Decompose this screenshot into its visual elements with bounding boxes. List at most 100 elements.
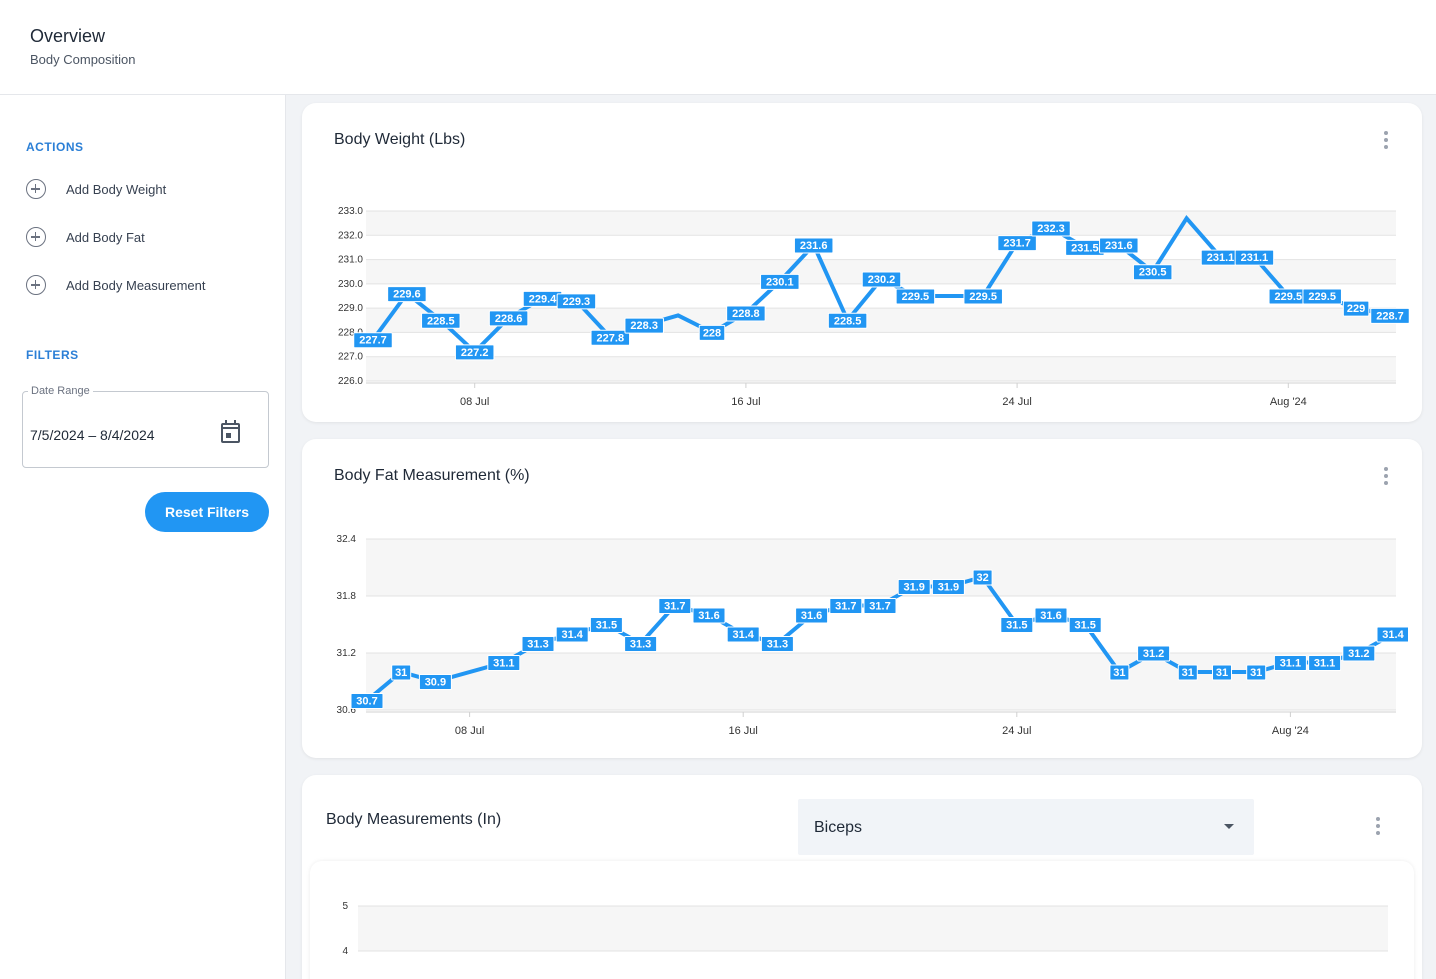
data-label: 228.6	[488, 310, 529, 327]
data-label: 230.1	[760, 273, 800, 290]
add-body-fat-action[interactable]: Add Body Fat	[26, 225, 145, 249]
data-label: 31.4	[1376, 626, 1408, 643]
x-tick-label: 24 Jul	[1002, 396, 1031, 408]
data-label-text: 229	[1347, 303, 1365, 315]
data-label-text: 31.6	[698, 610, 719, 622]
data-label-text: 228.8	[732, 308, 760, 320]
data-label-text: 31.7	[664, 601, 685, 613]
data-label-text: 231.1	[1241, 252, 1269, 264]
data-label-text: 230.5	[1139, 267, 1167, 279]
data-label: 31.5	[1000, 617, 1034, 633]
data-label: 229.3	[556, 293, 597, 310]
filters-heading: FILTERS	[26, 348, 79, 362]
data-label: 228	[698, 324, 726, 341]
data-label: 228.8	[726, 305, 766, 322]
data-label: 31.5	[1068, 617, 1102, 633]
data-label: 231.1	[1200, 249, 1241, 266]
data-label-text: 228	[703, 327, 721, 339]
data-label: 228.5	[421, 312, 461, 329]
data-label-text: 31.2	[1348, 648, 1369, 660]
data-label: 31.7	[863, 598, 897, 614]
y-tick-label: 226.0	[338, 376, 363, 387]
data-label: 31	[1246, 664, 1267, 681]
data-label-text: 30.9	[425, 677, 446, 689]
top-header: Overview Body Composition	[0, 0, 1436, 95]
add-body-measurement-action[interactable]: Add Body Measurement	[26, 273, 205, 297]
add-body-weight-action[interactable]: Add Body Weight	[26, 177, 166, 201]
data-label-text: 31.3	[767, 639, 788, 651]
series-group: 227.7 229.6 228.5 227.2 228.6 229.4 229.3 227.8…	[353, 214, 1410, 361]
data-label-text: 31.6	[801, 610, 822, 622]
page-subtitle: Body Composition	[30, 52, 136, 67]
data-label-text: 31.5	[596, 620, 617, 632]
card-title: Body Measurements (In)	[326, 811, 502, 828]
data-label-text: 31.4	[561, 629, 583, 641]
dropdown-caret-icon	[1224, 824, 1234, 829]
data-label-text: 231.5	[1071, 242, 1099, 254]
page-title: Overview	[30, 26, 106, 46]
grid-band	[366, 211, 1396, 236]
data-label: 228.5	[827, 312, 868, 329]
measurement-select-value: Biceps	[814, 819, 863, 836]
data-label-text: 229.5	[969, 291, 997, 303]
x-tick-label: 24 Jul	[1002, 725, 1031, 737]
data-label-text: 231.1	[1207, 252, 1235, 264]
data-label-text: 31.1	[1314, 658, 1335, 670]
grid-band	[366, 539, 1396, 596]
data-label: 31.7	[829, 598, 863, 614]
y-tick-label: 233.0	[338, 206, 363, 217]
main-content: Body Weight (Lbs) 233.0 232.0 231.0 230.0 22…	[286, 95, 1436, 979]
measurement-select[interactable]: Biceps	[798, 799, 1254, 855]
data-label: 231.1	[1234, 249, 1275, 266]
x-tick-label: 16 Jul	[729, 725, 758, 737]
data-label: 231.6	[793, 237, 834, 254]
grid-band	[358, 906, 1388, 951]
x-tick-label: 08 Jul	[455, 725, 484, 737]
data-label-text: 229.3	[563, 296, 591, 308]
x-tick-label: 16 Jul	[731, 396, 760, 408]
data-label-text: 31	[1182, 667, 1194, 679]
data-label: 31.6	[795, 607, 829, 624]
data-label: 31.2	[1137, 645, 1171, 662]
data-label-text: 31.1	[1280, 658, 1301, 670]
data-label-text: 31.4	[1382, 629, 1404, 641]
data-label-text: 231.7	[1003, 238, 1031, 250]
measurement-chart-container: 54	[310, 861, 1414, 979]
calendar-icon[interactable]	[221, 420, 240, 443]
data-label-text: 228.5	[427, 315, 455, 327]
data-label-text: 229.5	[1275, 291, 1303, 303]
data-label: 31.9	[897, 579, 931, 595]
y-tick-label: 31.8	[337, 591, 357, 602]
data-label: 30.7	[350, 693, 384, 709]
data-label: 31	[391, 664, 412, 681]
grid-band	[366, 356, 1396, 381]
data-label: 31.6	[692, 607, 726, 624]
data-label: 228.3	[624, 317, 664, 334]
data-label-text: 227.2	[461, 347, 489, 359]
data-label: 31.1	[1308, 655, 1342, 671]
data-label-text: 31.9	[938, 582, 959, 594]
date-range-label: Date Range	[28, 385, 93, 397]
data-label-text: 232.3	[1037, 223, 1065, 235]
date-range-field[interactable]: Date Range 7/5/2024 – 8/4/2024	[22, 385, 269, 468]
data-label-text: 228.5	[834, 315, 862, 327]
action-label: Add Body Weight	[66, 181, 167, 197]
data-label-text: 227.8	[597, 332, 625, 344]
more-options-icon[interactable]	[1376, 817, 1380, 835]
data-label-text: 31.1	[493, 658, 514, 670]
data-label-text: 32	[976, 572, 988, 584]
data-label-text: 31.2	[1143, 648, 1164, 660]
data-label: 229.6	[387, 286, 427, 303]
reset-filters-button[interactable]: Reset Filters	[145, 492, 269, 532]
data-label: 31.5	[589, 617, 623, 633]
data-label-text: 227.7	[359, 335, 387, 347]
data-label: 228.7	[1370, 307, 1410, 324]
x-tick-label: Aug '24	[1270, 396, 1307, 408]
actions-heading: ACTIONS	[26, 140, 84, 154]
data-label: 31.2	[1342, 645, 1376, 662]
x-tick-label: Aug '24	[1272, 725, 1309, 737]
data-label: 31.1	[1273, 655, 1307, 671]
data-label: 31.4	[555, 626, 589, 643]
y-tick-label: 4	[342, 946, 348, 957]
data-label: 229	[1342, 300, 1370, 317]
